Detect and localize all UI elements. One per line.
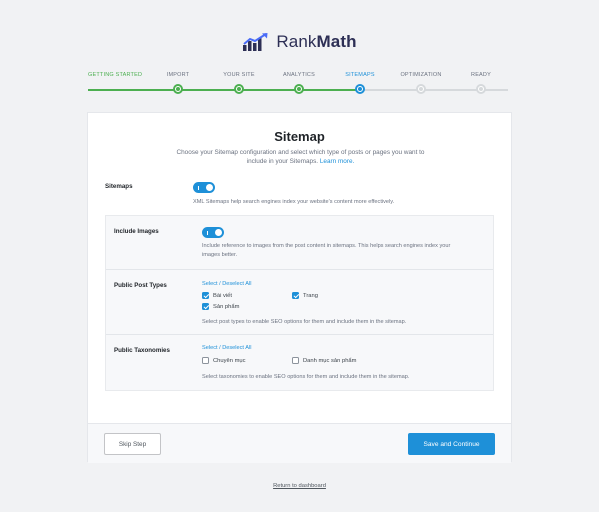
checkbox-checked-icon	[202, 292, 209, 299]
step-getting-started[interactable]: GETTING STARTED	[88, 72, 148, 84]
checkbox-checked-icon	[202, 303, 209, 310]
step-current-dot	[355, 84, 365, 94]
step-pending-dot	[476, 84, 486, 94]
taxonomy-danh-muc-san-pham-checkbox[interactable]: Danh mục sản phẩm	[292, 357, 357, 364]
page-title: Sitemap	[274, 129, 325, 144]
save-and-continue-button[interactable]: Save and Continue	[408, 433, 495, 455]
page-description: Choose your Sitemap configuration and se…	[176, 149, 425, 165]
return-to-dashboard: Return to dashboard	[0, 483, 599, 489]
post-types-help: Select post types to enable SEO options …	[202, 319, 407, 325]
post-types-select-all-link[interactable]: Select / Deselect All	[202, 281, 251, 287]
divider	[106, 269, 493, 270]
step-ready[interactable]: READY	[451, 72, 511, 94]
step-done-dot	[173, 84, 183, 94]
step-label: READY	[471, 72, 491, 78]
skip-step-button[interactable]: Skip Step	[104, 433, 161, 455]
setup-wizard-progress: GETTING STARTED IMPORT YOUR SITE ANALYTI…	[88, 72, 508, 96]
step-sitemaps[interactable]: SITEMAPS	[330, 72, 390, 94]
rankmath-chart-icon	[243, 33, 268, 51]
include-images-toggle[interactable]	[202, 227, 224, 238]
step-analytics[interactable]: ANALYTICS	[269, 72, 329, 94]
checkbox-unchecked-icon	[202, 357, 209, 364]
step-your-site[interactable]: YOUR SITE	[209, 72, 269, 94]
step-done-dot	[234, 84, 244, 94]
learn-more-link[interactable]: Learn more.	[320, 158, 354, 165]
rankmath-logo: RankMath	[0, 32, 599, 52]
step-import[interactable]: IMPORT	[148, 72, 208, 94]
step-pending-dot	[416, 84, 426, 94]
sitemap-options-panel: Include Images Include reference to imag…	[105, 215, 494, 391]
checkbox-checked-icon	[292, 292, 299, 299]
step-optimization[interactable]: OPTIMIZATION	[391, 72, 451, 94]
step-label: YOUR SITE	[223, 72, 255, 78]
divider	[106, 334, 493, 335]
brand-name: RankMath	[276, 32, 357, 51]
step-label: ANALYTICS	[283, 72, 315, 78]
step-label: IMPORT	[166, 72, 190, 78]
step-done-dot	[294, 84, 304, 94]
checkbox-unchecked-icon	[292, 357, 299, 364]
sitemaps-label: Sitemaps	[105, 183, 133, 190]
taxonomies-help: Select taxonomies to enable SEO options …	[202, 374, 410, 380]
include-images-help: Include reference to images from the pos…	[202, 243, 451, 258]
sitemaps-help: XML Sitemaps help search engines index y…	[193, 199, 395, 205]
public-post-types-label: Public Post Types	[114, 282, 167, 289]
sitemap-settings-card: Sitemap Choose your Sitemap configuratio…	[87, 112, 512, 463]
step-label: GETTING STARTED	[88, 72, 143, 78]
step-label: OPTIMIZATION	[400, 72, 442, 78]
step-label: SITEMAPS	[345, 72, 375, 78]
post-type-trang-checkbox[interactable]: Trang	[292, 292, 318, 299]
include-images-label: Include Images	[114, 228, 159, 235]
taxonomies-select-all-link[interactable]: Select / Deselect All	[202, 345, 251, 351]
return-to-dashboard-link[interactable]: Return to dashboard	[273, 483, 326, 489]
public-taxonomies-label: Public Taxonomies	[114, 347, 170, 354]
post-type-bai-viet-checkbox[interactable]: Bài viết	[202, 292, 232, 299]
card-footer: Skip Step Save and Continue	[88, 423, 511, 463]
sitemaps-toggle[interactable]	[193, 182, 215, 193]
post-type-san-pham-checkbox[interactable]: Sản phẩm	[202, 303, 239, 310]
taxonomy-chuyen-muc-checkbox[interactable]: Chuyên mục	[202, 357, 246, 364]
